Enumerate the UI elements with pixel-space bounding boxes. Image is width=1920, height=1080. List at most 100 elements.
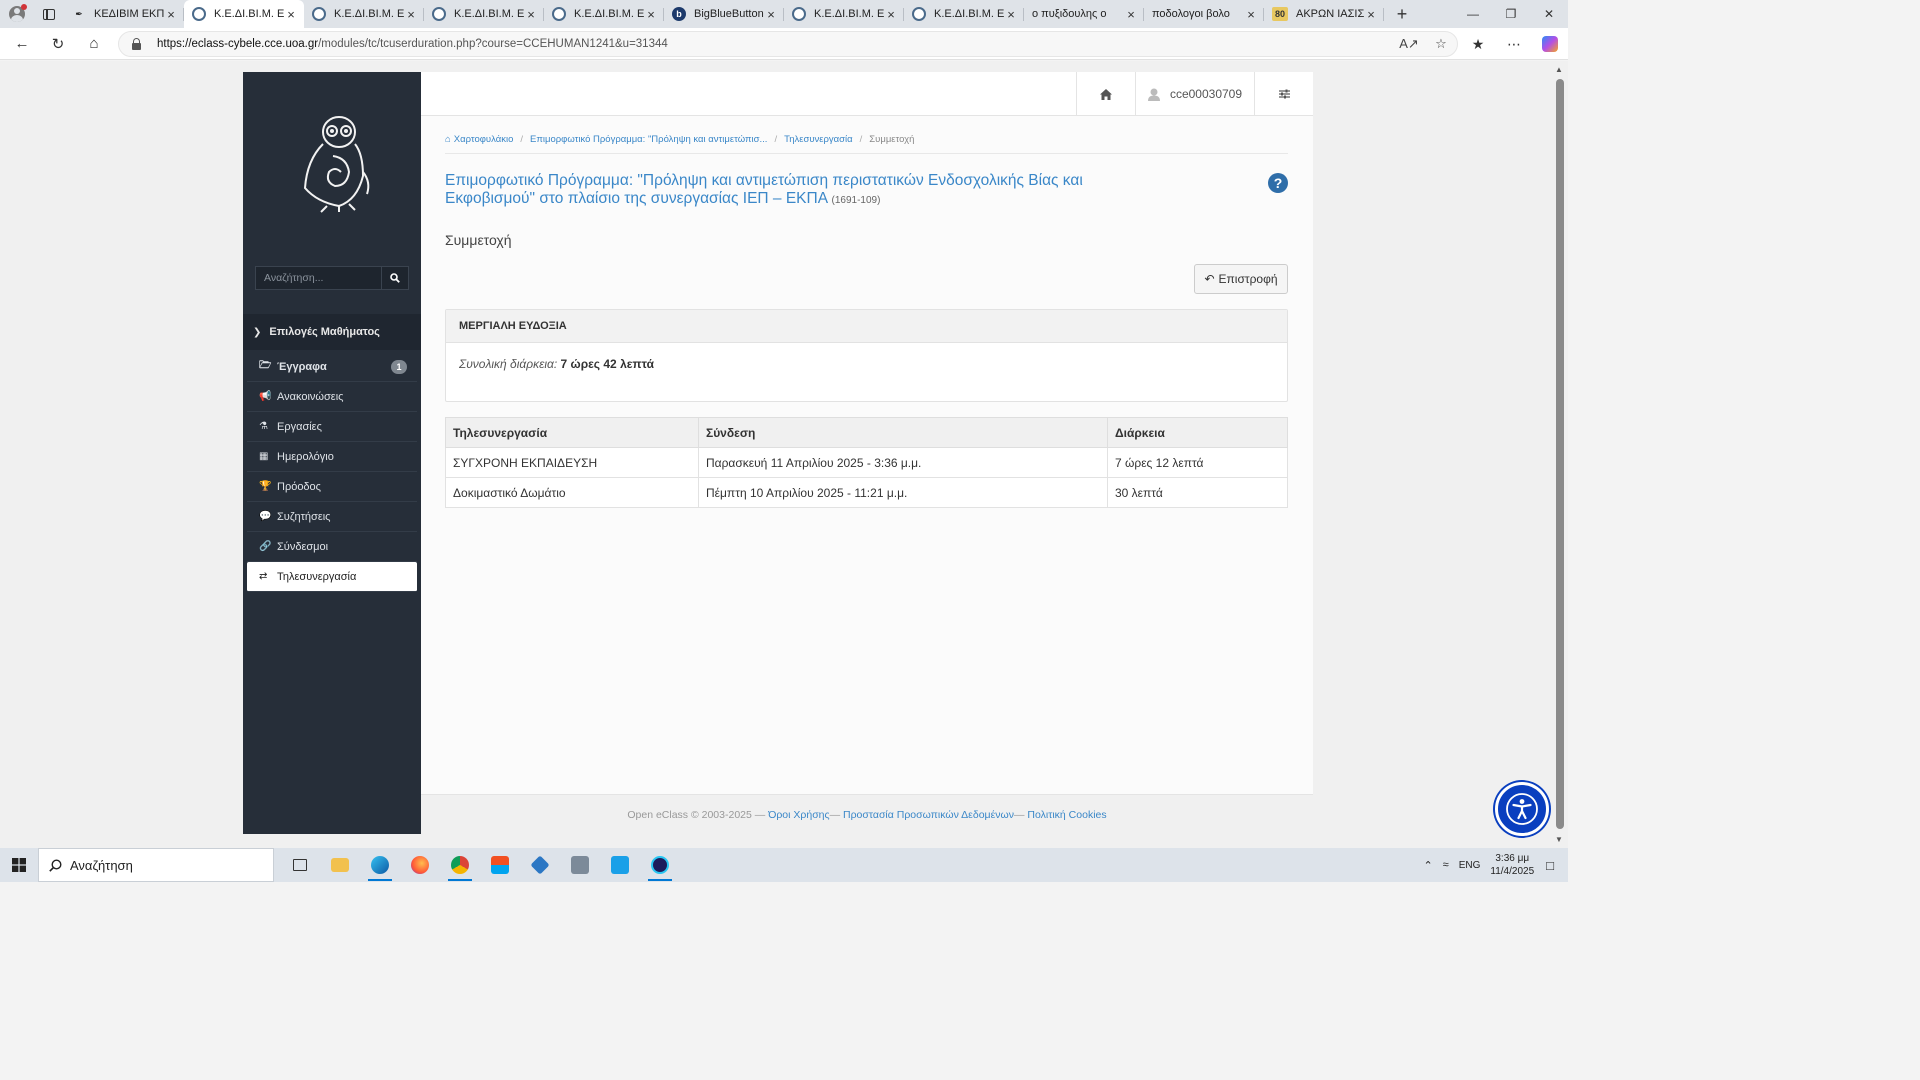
breadcrumb-course[interactable]: Επιμορφωτικό Πρόγραμμα: "Πρόληψη και αντ…: [530, 134, 767, 145]
restore-icon[interactable]: ❐: [1492, 0, 1530, 28]
tab-close-icon[interactable]: ×: [284, 7, 298, 22]
url-field[interactable]: https://eclass-cybele.cce.uoa.gr/modules…: [118, 31, 1458, 57]
start-button[interactable]: [0, 848, 38, 882]
vscode-icon[interactable]: [520, 848, 560, 882]
browser-tab-title: ΚΕΔΙΒΙΜ ΕΚΠΑ: [94, 8, 164, 20]
table-row: ΣΥΓΧΡΟΝΗ ΕΚΠΑΙΔΕΥΣΗ Παρασκευή 11 Απριλίο…: [445, 447, 1288, 478]
sidebar-item-8[interactable]: ⇄ Τηλεσυνεργασία: [247, 562, 417, 592]
tab-close-icon[interactable]: ×: [164, 7, 178, 22]
page-scrollbar[interactable]: ▲ ▼: [1552, 61, 1568, 848]
clock[interactable]: 3:36 μμ 11/4/2025: [1490, 852, 1534, 878]
copilot-icon[interactable]: [1542, 36, 1558, 52]
back-button[interactable]: ↶ Επιστροφή: [1194, 264, 1288, 294]
search-button[interactable]: [382, 266, 409, 290]
browser-tab[interactable]: Κ.Ε.ΔΙ.ΒΙ.Μ. Ε.Κ.Π×: [904, 0, 1024, 28]
browser-tab-title: Κ.Ε.ΔΙ.ΒΙ.Μ. Ε.Κ.Π: [214, 8, 284, 20]
browser-tab[interactable]: Κ.Ε.ΔΙ.ΒΙ.Μ. Ε.Κ.Π×: [424, 0, 544, 28]
back-nav-icon[interactable]: ←: [4, 28, 40, 60]
sidebar-item-4[interactable]: ▦ Ημερολόγιο: [247, 442, 417, 472]
new-tab-button[interactable]: +: [1384, 0, 1420, 28]
sidebar-item-1[interactable]: 🗁 Έγγραφα 1: [247, 352, 417, 382]
browser-tab[interactable]: Κ.Ε.ΔΙ.ΒΙ.Μ. Ε.Κ.Π×: [304, 0, 424, 28]
task-view-icon[interactable]: [280, 848, 320, 882]
link-icon: 🔗: [259, 541, 272, 552]
teams-chat-icon[interactable]: [600, 848, 640, 882]
browser-tab[interactable]: b BigBlueButton - ×: [664, 0, 784, 28]
tab-close-icon[interactable]: ×: [644, 7, 658, 22]
profile-avatar-icon[interactable]: [0, 0, 34, 28]
owl-logo-icon[interactable]: [283, 110, 375, 214]
lock-icon[interactable]: [119, 37, 153, 50]
tab-close-icon[interactable]: ×: [404, 7, 418, 22]
notifications-icon[interactable]: □: [1546, 858, 1554, 873]
home-nav-icon[interactable]: ⌂: [76, 28, 112, 60]
browser-tab[interactable]: ✒ ΚΕΔΙΒΙΜ ΕΚΠΑ ×: [64, 0, 184, 28]
back-button-label: Επιστροφή: [1218, 272, 1278, 286]
user-menu-button[interactable]: cce00030709: [1135, 72, 1254, 116]
course-title-link[interactable]: Επιμορφωτικό Πρόγραμμα: "Πρόληψη και αντ…: [445, 172, 1083, 207]
course-options-toggle[interactable]: ❯ Επιλογές Μαθήματος: [243, 314, 421, 350]
minimize-icon[interactable]: —: [1454, 0, 1492, 28]
edge-browser-icon[interactable]: [360, 848, 400, 882]
calendar-icon: ▦: [259, 451, 269, 462]
tray-chevron-icon[interactable]: ⌃: [1423, 859, 1432, 872]
privacy-link[interactable]: Προστασία Προσωπικών Δεδομένων: [843, 809, 1014, 821]
home-button[interactable]: [1076, 72, 1135, 116]
page-title: Επιμορφωτικό Πρόγραμμα: "Πρόληψη και αντ…: [445, 172, 1085, 210]
browser-tab[interactable]: Κ.Ε.ΔΙ.ΒΙ.Μ. Ε.Κ.Π×: [184, 0, 304, 28]
scroll-down-icon[interactable]: ▼: [1555, 835, 1563, 844]
scroll-up-icon[interactable]: ▲: [1555, 65, 1563, 74]
url-text[interactable]: https://eclass-cybele.cce.uoa.gr/modules…: [157, 38, 1393, 50]
chrome-icon[interactable]: [440, 848, 480, 882]
close-window-icon[interactable]: ✕: [1530, 0, 1568, 28]
language-indicator[interactable]: ENG: [1459, 860, 1481, 871]
top-bar: cce00030709: [421, 72, 1313, 116]
breadcrumb-home[interactable]: Χαρτοφυλάκιο: [454, 134, 514, 145]
tab-close-icon[interactable]: ×: [1364, 7, 1378, 22]
ms-store-icon[interactable]: [480, 848, 520, 882]
browser-tab[interactable]: ⚲ποδολογοι βολο×: [1144, 0, 1264, 28]
terms-link[interactable]: Όροι Χρήσης: [768, 809, 829, 821]
count-badge: 1: [391, 360, 407, 374]
reply-icon: ↶: [1204, 272, 1215, 286]
tab-actions-icon[interactable]: [34, 0, 64, 28]
file-explorer-icon[interactable]: [320, 848, 360, 882]
settings-toggle-button[interactable]: [1254, 72, 1313, 116]
tab-close-icon[interactable]: ×: [884, 7, 898, 22]
wifi-icon[interactable]: ≈: [1443, 859, 1449, 871]
browser-tab[interactable]: Κ.Ε.ΔΙ.ΒΙ.Μ. Ε.Κ.Π×: [544, 0, 664, 28]
sidebar-item-2[interactable]: 📢 Ανακοινώσεις: [247, 382, 417, 412]
total-duration-value: 7 ώρες 42 λεπτά: [560, 357, 655, 371]
tab-close-icon[interactable]: ×: [1004, 7, 1018, 22]
browser-tab[interactable]: 80 ΑΚΡΩΝ ΙΑΣΙΣ - ×: [1264, 0, 1384, 28]
browser-tab[interactable]: ⚲ο πυξιδουλης ο×: [1024, 0, 1144, 28]
read-aloud-icon[interactable]: A↗: [1393, 36, 1425, 52]
webex-icon[interactable]: [640, 848, 680, 882]
sidebar-item-6[interactable]: 💬 Συζητήσεις: [247, 502, 417, 532]
cookies-link[interactable]: Πολιτική Cookies: [1027, 809, 1106, 821]
taskbar-search[interactable]: Αναζήτηση: [38, 848, 274, 882]
sidebar-item-label: Έγγραφα: [277, 360, 327, 373]
more-menu-icon[interactable]: ⋯: [1496, 36, 1532, 53]
tab-close-icon[interactable]: ×: [524, 7, 538, 22]
favorites-icon[interactable]: ★: [1460, 36, 1496, 53]
sidebar-search-input[interactable]: [255, 266, 382, 290]
tab-close-icon[interactable]: ×: [764, 7, 778, 22]
sidebar-item-5[interactable]: 🏆 Πρόοδος: [247, 472, 417, 502]
sidebar-item-3[interactable]: ⚗ Εργασίες: [247, 412, 417, 442]
desktop-app-icon[interactable]: [560, 848, 600, 882]
home-crumb-icon[interactable]: ⌂: [445, 134, 451, 145]
firefox-icon[interactable]: [400, 848, 440, 882]
browser-tab[interactable]: Κ.Ε.ΔΙ.ΒΙ.Μ. Ε.Κ.Π×: [784, 0, 904, 28]
tab-close-icon[interactable]: ×: [1244, 7, 1258, 22]
refresh-icon[interactable]: ↻: [40, 28, 76, 60]
breadcrumb-module[interactable]: Τηλεσυνεργασία: [784, 134, 853, 145]
search-icon: [390, 273, 400, 283]
favorite-star-icon[interactable]: ☆: [1425, 36, 1457, 52]
tab-close-icon[interactable]: ×: [1124, 7, 1138, 22]
sidebar-item-7[interactable]: 🔗 Σύνδεσμοι: [247, 532, 417, 562]
scrollbar-thumb[interactable]: [1556, 79, 1564, 829]
accessibility-button[interactable]: [1495, 782, 1549, 836]
help-icon[interactable]: ?: [1268, 173, 1288, 193]
eclass-icon: [312, 7, 326, 21]
